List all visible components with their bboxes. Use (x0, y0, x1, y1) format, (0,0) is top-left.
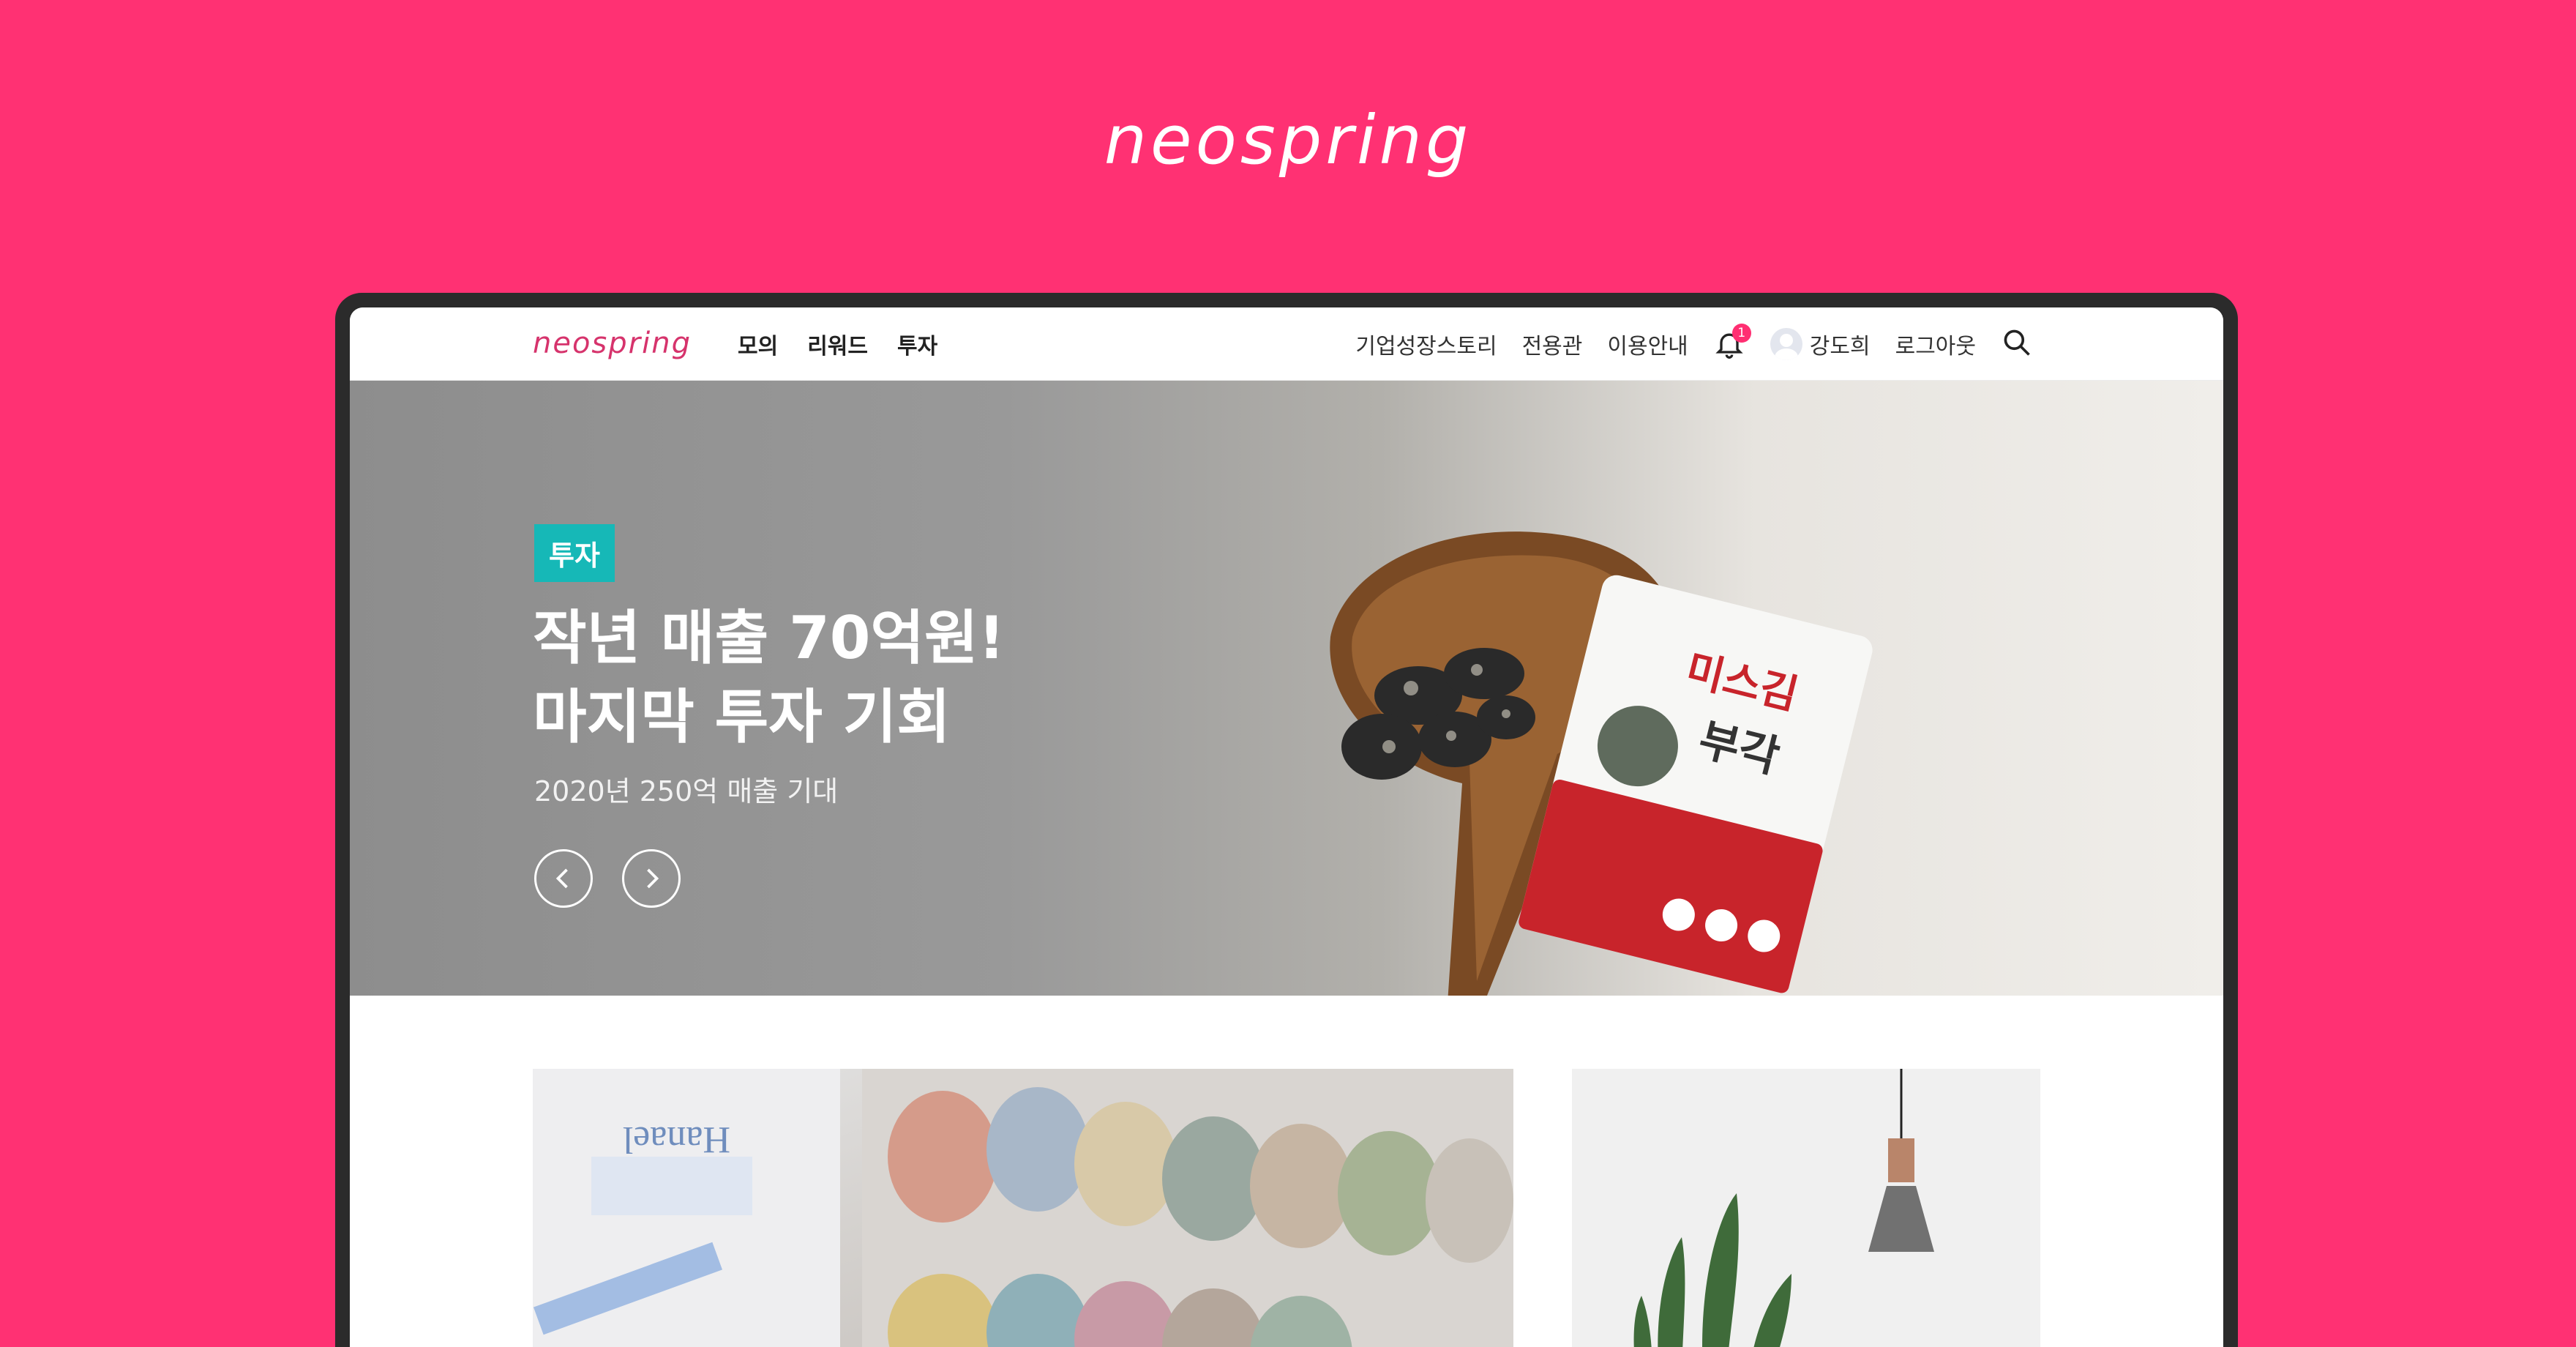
chevron-right-icon (647, 868, 659, 889)
project-card-macarons[interactable]: Hanael (533, 1069, 1513, 1347)
brand-logo: neospring (1104, 101, 1472, 179)
box-label: Hanael (623, 1119, 730, 1160)
next-slide-button[interactable] (622, 849, 681, 908)
link-guide[interactable]: 이용안내 (1607, 328, 1688, 360)
main-menu: 모의 리워드 투자 (738, 307, 937, 381)
menu-item-reward[interactable]: 리워드 (807, 328, 868, 360)
lamp-plant-image (1572, 1069, 2040, 1347)
category-tag: 투자 (534, 524, 615, 582)
menu-item-mock[interactable]: 모의 (738, 328, 778, 360)
carousel-controls (534, 849, 681, 908)
link-growth-story[interactable]: 기업성장스토리 (1355, 328, 1497, 360)
menu-item-invest[interactable]: 투자 (897, 328, 937, 360)
hero-title-line-1: 작년 매출 70억원! (533, 604, 1006, 672)
link-exclusive[interactable]: 전용관 (1522, 328, 1583, 360)
hero-subtitle: 2020년 250억 매출 기대 (534, 775, 839, 807)
hero-banner[interactable]: 미스김 부각 투자 작년 매출 70억원! 마지막 투자 기회 2020년 25… (350, 381, 2223, 996)
notification-badge: 1 (1731, 324, 1751, 343)
chevron-left-icon (555, 868, 568, 889)
utility-menu: 기업성장스토리 전용관 이용안내 1 강도희 로그아웃 (1355, 307, 2033, 381)
macaron-box-image: Hanael (533, 1069, 1513, 1347)
browser-screen: neospring 모의 리워드 투자 기업성장스토리 전용관 이용안내 1 강… (350, 307, 2223, 1347)
user-name: 강도희 (1809, 334, 1871, 359)
hero-title: 작년 매출 70억원! 마지막 투자 기회 (533, 599, 1265, 757)
logout-link[interactable]: 로그아웃 (1895, 328, 1976, 360)
project-card-lamp[interactable] (1572, 1069, 2040, 1347)
avatar-icon (1770, 328, 1802, 360)
bell-icon[interactable]: 1 (1713, 324, 1751, 360)
product-packet-image: 미스김 부각 (1519, 575, 1873, 993)
site-logo[interactable]: neospring (533, 327, 692, 360)
top-navigation: neospring 모의 리워드 투자 기업성장스토리 전용관 이용안내 1 강… (350, 307, 2223, 381)
prev-slide-button[interactable] (534, 849, 593, 908)
device-frame: neospring 모의 리워드 투자 기업성장스토리 전용관 이용안내 1 강… (335, 293, 2238, 1347)
hero-title-line-2: 마지막 투자 기회 (533, 683, 951, 751)
search-icon[interactable] (2001, 327, 2033, 362)
user-menu[interactable]: 강도희 (1770, 328, 1871, 360)
